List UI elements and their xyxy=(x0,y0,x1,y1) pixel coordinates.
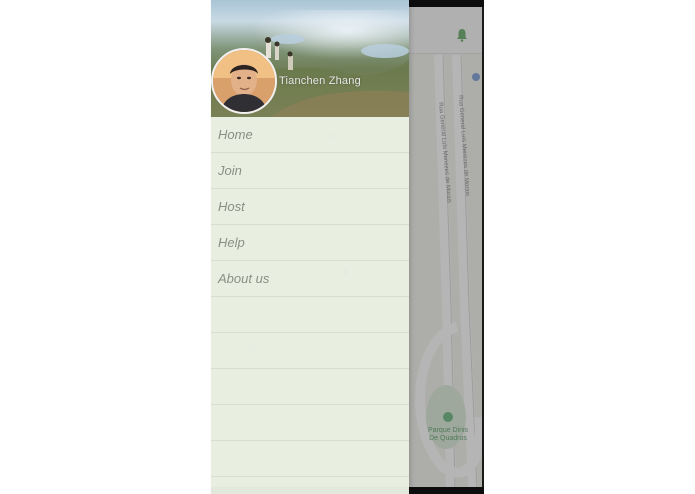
drawer-header: Tianchen Zhang xyxy=(211,0,409,117)
park-label: Parque Dinis De Quadros xyxy=(427,427,469,442)
menu-item-help[interactable]: Help xyxy=(211,225,409,261)
menu-empty-row xyxy=(211,441,409,477)
user-name: Tianchen Zhang xyxy=(279,75,361,87)
menu-item-join[interactable]: Join xyxy=(211,153,409,189)
menu-item-about-us[interactable]: About us xyxy=(211,261,409,297)
drawer-menu: Home Join Host Help About us xyxy=(211,117,409,494)
menu-empty-row xyxy=(211,297,409,333)
menu-empty-row xyxy=(211,477,409,494)
menu-empty-row xyxy=(211,333,409,369)
menu-item-home[interactable]: Home xyxy=(211,117,409,153)
avatar[interactable] xyxy=(211,48,277,114)
menu-empty-row xyxy=(211,405,409,441)
navigation-drawer: Tianchen Zhang Home Join Host Help About… xyxy=(211,0,409,494)
bell-icon[interactable] xyxy=(455,28,469,46)
menu-item-host[interactable]: Host xyxy=(211,189,409,225)
menu-empty-row xyxy=(211,369,409,405)
